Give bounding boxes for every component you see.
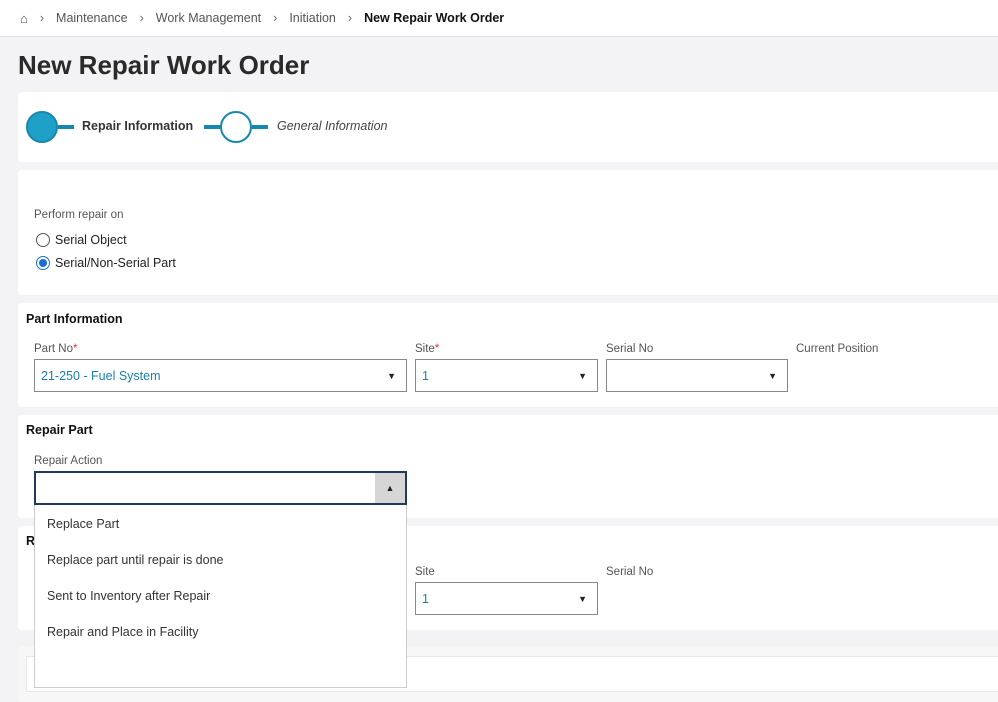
breadcrumb-current: New Repair Work Order [364,11,505,25]
radio-label: Serial/Non-Serial Part [55,256,176,270]
page-title: New Repair Work Order [18,50,310,80]
section-heading: Part Information [26,312,123,326]
breadcrumb-work-management[interactable]: Work Management [156,11,261,25]
breadcrumb-initiation[interactable]: Initiation [289,11,336,25]
breadcrumb-maintenance[interactable]: Maintenance [56,11,128,25]
dropdown-option[interactable]: Replace part until repair is done [35,541,406,577]
repair-action-select[interactable]: ▲ [34,471,407,505]
dropdown-arrow-icon: ▼ [387,371,396,381]
radio-label: Serial Object [55,233,127,247]
serial-no-select[interactable]: ▼ [606,359,788,392]
stepper: Repair Information General Information [18,92,998,162]
site-select[interactable]: 1 ▼ [415,582,598,615]
site-label: Site [415,566,435,578]
repair-action-label: Repair Action [34,455,103,467]
part-no-select[interactable]: 21-250 - Fuel System ▼ [34,359,407,392]
repair-part-section: Repair Part Repair Action ▲ [18,415,998,518]
breadcrumb: ⌂ › Maintenance › Work Management › Initiat… [0,0,998,37]
section-heading: Repair Part [26,423,93,437]
part-no-label: Part No* [34,343,78,355]
dropdown-arrow-icon: ▼ [578,371,587,381]
perform-repair-label: Perform repair on [34,209,124,221]
serial-no-label: Serial No [606,566,654,578]
radio-serial-part[interactable]: Serial/Non-Serial Part [36,256,176,270]
home-icon[interactable]: ⌂ [20,11,28,26]
radio-icon[interactable] [36,233,50,247]
step-1-icon[interactable] [26,111,58,143]
site-label: Site* [415,343,440,355]
dropdown-option[interactable]: Sent to Inventory after Repair [35,577,406,613]
step-connector [252,125,268,129]
serial-no-label: Serial No [606,343,654,355]
step-connector [58,125,74,129]
site-select[interactable]: 1 ▼ [415,359,598,392]
step-2-icon[interactable] [220,111,252,143]
dropdown-arrow-icon: ▼ [768,371,777,381]
dropdown-up-arrow-icon[interactable]: ▲ [375,473,405,503]
perform-repair-section: Perform repair on Serial Object Serial/N… [18,170,998,295]
current-position-label: Current Position [796,343,879,355]
dropdown-option[interactable]: Repair and Place in Facility [35,613,406,649]
repair-action-dropdown-list: Replace Part Replace part until repair i… [34,505,407,688]
step-2-label[interactable]: General Information [277,119,387,133]
radio-serial-object[interactable]: Serial Object [36,233,127,247]
dropdown-arrow-icon: ▼ [578,594,587,604]
step-1-label[interactable]: Repair Information [82,119,193,133]
part-information-section: Part Information Part No* 21-250 - Fuel … [18,303,998,407]
dropdown-option[interactable]: Replace Part [35,505,406,541]
radio-checked-icon[interactable] [36,256,50,270]
